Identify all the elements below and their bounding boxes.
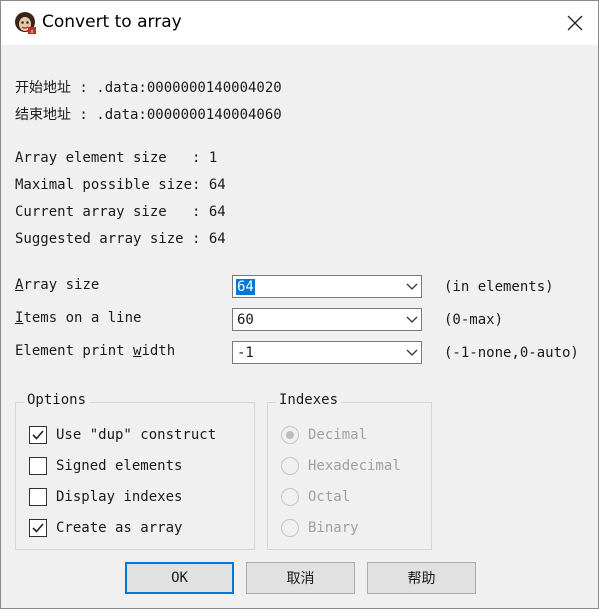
- info-suggested-size: Suggested array size : 64: [15, 231, 226, 247]
- octal-label: Octal: [308, 489, 351, 505]
- items-on-line-value: 60: [237, 312, 254, 328]
- chevron-down-icon: [406, 316, 418, 323]
- option-create-as-array[interactable]: Create as array: [29, 519, 182, 537]
- element-print-width-label: Element print width: [15, 343, 176, 359]
- octal-radio[interactable]: [281, 488, 299, 506]
- index-octal[interactable]: Octal: [281, 488, 350, 506]
- binary-radio[interactable]: [281, 519, 299, 537]
- hexadecimal-label: Hexadecimal: [308, 458, 401, 474]
- window-title: Convert to array: [42, 12, 182, 32]
- start-address-value: : .data:0000000140004020: [71, 80, 282, 96]
- signed-elements-checkbox[interactable]: [29, 457, 47, 475]
- end-address-label: 结束地址: [15, 107, 71, 123]
- info-element-size: Array element size : 1: [15, 150, 218, 166]
- array-size-label: Array size: [15, 277, 100, 293]
- element-print-width-value: -1: [237, 345, 254, 361]
- chevron-down-icon: [406, 283, 418, 290]
- close-icon: [567, 15, 583, 31]
- element-print-width-combo[interactable]: -1: [232, 341, 422, 364]
- option-signed-elements[interactable]: Signed elements: [29, 457, 182, 475]
- create-as-array-label: Create as array: [56, 520, 183, 536]
- check-icon: [32, 523, 44, 533]
- use-dup-label: Use "dup" construct: [56, 427, 217, 443]
- convert-to-array-dialog: x Convert to array 开始地址 : .data:00000001…: [0, 0, 599, 609]
- element-print-width-hint: (-1-none,0-auto): [444, 345, 579, 361]
- hexadecimal-radio[interactable]: [281, 457, 299, 475]
- ok-button[interactable]: OK: [125, 562, 234, 594]
- items-on-line-label: Items on a line: [15, 310, 142, 326]
- items-on-line-combo[interactable]: 60: [232, 308, 422, 331]
- display-indexes-label: Display indexes: [56, 489, 183, 505]
- option-use-dup[interactable]: Use "dup" construct: [29, 426, 216, 444]
- cancel-button[interactable]: 取消: [246, 562, 355, 594]
- decimal-radio[interactable]: [281, 426, 299, 444]
- array-size-value: 64: [236, 279, 255, 295]
- svg-text:x: x: [31, 29, 34, 35]
- create-as-array-checkbox[interactable]: [29, 519, 47, 537]
- signed-elements-label: Signed elements: [56, 458, 183, 474]
- index-decimal[interactable]: Decimal: [281, 426, 367, 444]
- start-address-line: 开始地址 : .data:0000000140004020: [15, 77, 282, 97]
- check-icon: [32, 430, 44, 440]
- start-address-label: 开始地址: [15, 80, 71, 96]
- decimal-label: Decimal: [308, 427, 368, 443]
- title-bar: x Convert to array: [1, 1, 598, 45]
- indexes-group-title: Indexes: [276, 392, 342, 408]
- options-group-title: Options: [24, 392, 90, 408]
- index-binary[interactable]: Binary: [281, 519, 359, 537]
- close-button[interactable]: [552, 1, 598, 45]
- display-indexes-checkbox[interactable]: [29, 488, 47, 506]
- binary-label: Binary: [308, 520, 359, 536]
- end-address-value: : .data:0000000140004060: [71, 107, 282, 123]
- end-address-line: 结束地址 : .data:0000000140004060: [15, 104, 282, 124]
- index-hexadecimal[interactable]: Hexadecimal: [281, 457, 401, 475]
- array-size-combo[interactable]: 64: [232, 275, 422, 298]
- array-size-hint: (in elements): [444, 279, 554, 295]
- info-current-size: Current array size : 64: [15, 204, 226, 220]
- items-on-line-hint: (0-max): [444, 312, 504, 328]
- use-dup-checkbox[interactable]: [29, 426, 47, 444]
- help-button[interactable]: 帮助: [367, 562, 476, 594]
- option-display-indexes[interactable]: Display indexes: [29, 488, 182, 506]
- chevron-down-icon: [406, 349, 418, 356]
- info-max-size: Maximal possible size: 64: [15, 177, 226, 193]
- ida-app-icon: x: [13, 11, 37, 35]
